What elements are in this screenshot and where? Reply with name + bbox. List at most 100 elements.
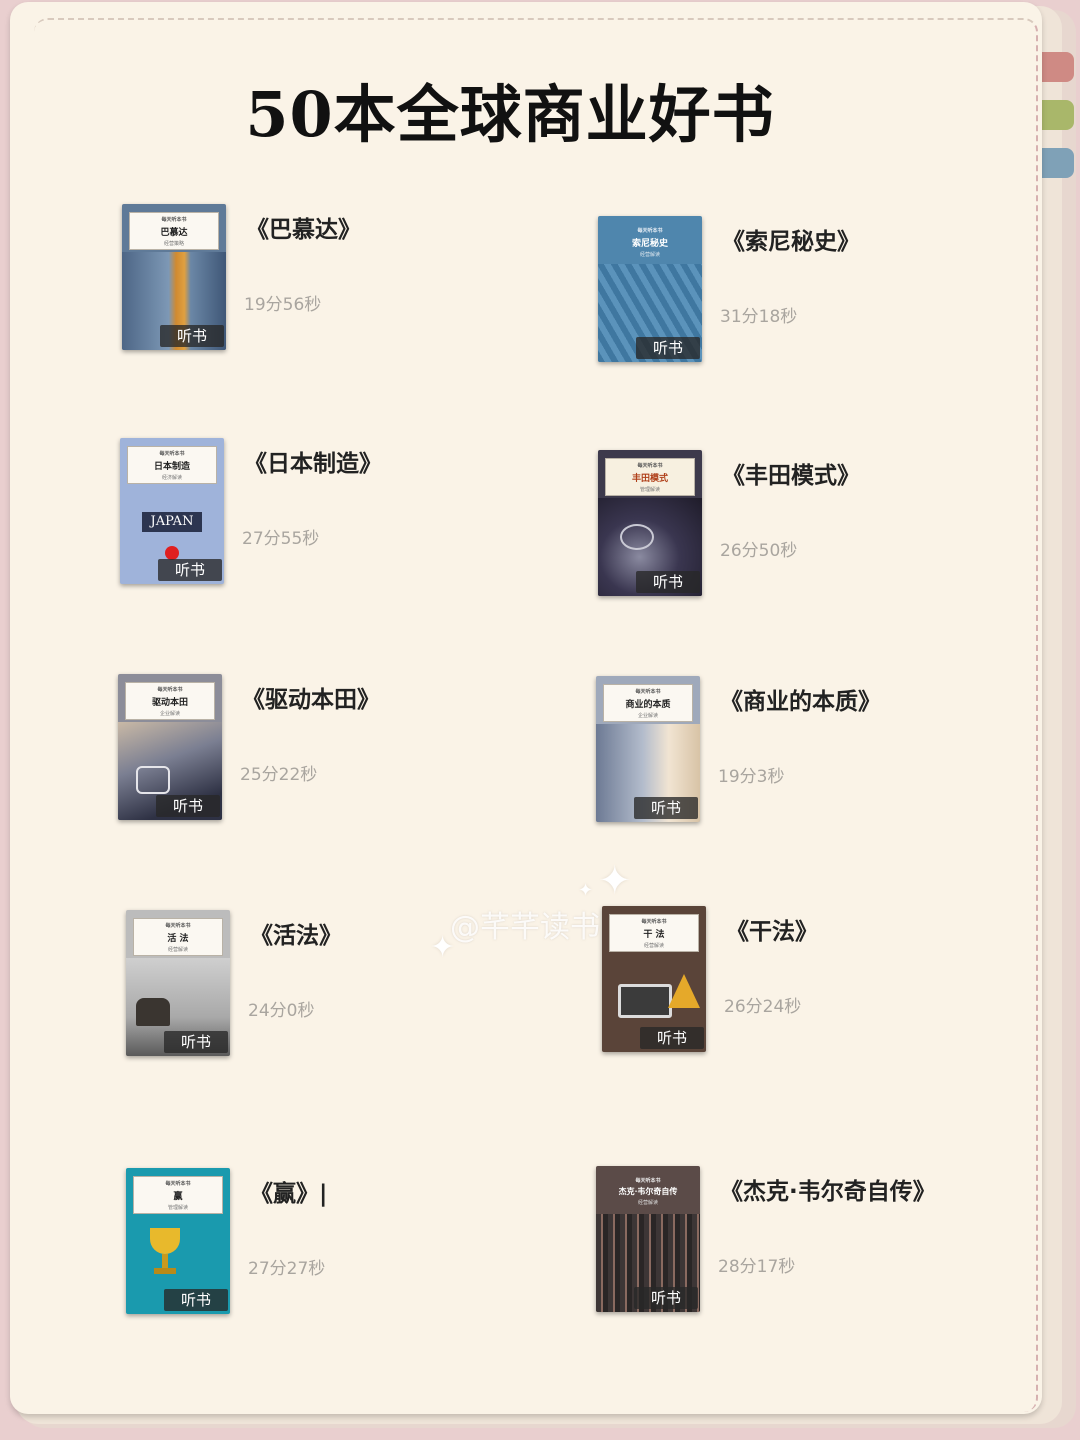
- cover-label: 每天听本书 日本制造 经济解读: [127, 446, 217, 484]
- bookmark-tab-green[interactable]: [1042, 100, 1074, 130]
- book-duration: 19分56秒: [244, 295, 322, 315]
- book-duration: 31分18秒: [720, 307, 798, 327]
- listen-badge[interactable]: 听书: [640, 1027, 704, 1049]
- listen-badge[interactable]: 听书: [158, 559, 222, 581]
- sparkle-icon: ✦: [578, 880, 594, 901]
- cover-title: 杰克·韦尔奇自传: [618, 1186, 678, 1196]
- book-title[interactable]: 《杰克·韦尔奇自传》: [720, 1172, 936, 1206]
- cover-series: 每天听本书: [157, 687, 183, 693]
- book-entry[interactable]: 每天听本书 杰克·韦尔奇自传 经营解读 听书 《杰克·韦尔奇自传》 28分17秒: [596, 1166, 1036, 1326]
- book-cover[interactable]: 每天听本书 丰田模式 管理解读 听书: [598, 450, 702, 596]
- cover-series: 每天听本书: [161, 217, 187, 223]
- trophy-icon: [150, 1228, 180, 1254]
- listen-badge[interactable]: 听书: [634, 1287, 698, 1309]
- cover-series: 每天听本书: [641, 919, 667, 925]
- cover-label: 每天听本书 赢 管理解读: [133, 1176, 223, 1214]
- cover-title: 日本制造: [153, 462, 190, 472]
- book-entry[interactable]: 每天听本书 赢 管理解读 听书 《赢》| 27分27秒: [126, 1168, 566, 1328]
- book-title[interactable]: 《干法》: [726, 912, 818, 946]
- bookmark-tab-red[interactable]: [1042, 52, 1074, 82]
- cover-title: 丰田模式: [631, 474, 668, 484]
- chess-pieces-icon: [136, 998, 170, 1026]
- book-entry[interactable]: 每天听本书 巴慕达 经营策略 听书 《巴慕达》 19分56秒: [122, 204, 562, 364]
- cover-label: 每天听本书 丰田模式 管理解读: [605, 458, 695, 496]
- bookmark-tab-blue[interactable]: [1042, 148, 1074, 178]
- book-duration: 26分50秒: [720, 541, 798, 561]
- cover-series: 每天听本书: [165, 1181, 191, 1187]
- book-title[interactable]: 《商业的本质》: [720, 682, 881, 716]
- cover-subtitle: 经营解读: [167, 947, 188, 953]
- cover-label: 每天听本书 杰克·韦尔奇自传 经营解读: [603, 1174, 693, 1212]
- book-cover[interactable]: 每天听本书 日本制造 经济解读 JAPAN 听书: [120, 438, 224, 584]
- cover-label: 每天听本书 活 法 经营解读: [133, 918, 223, 956]
- book-duration: 26分24秒: [724, 997, 802, 1017]
- listen-badge[interactable]: 听书: [164, 1289, 228, 1311]
- cover-subtitle: 管理解读: [167, 1205, 188, 1211]
- listen-badge[interactable]: 听书: [156, 795, 220, 817]
- cover-label: 每天听本书 驱动本田 企业解读: [125, 682, 215, 720]
- cover-title: 巴慕达: [160, 228, 188, 238]
- book-title[interactable]: 《赢》|: [250, 1174, 327, 1208]
- book-entry[interactable]: 每天听本书 索尼秘史 经营解读 听书 《索尼秘史》 31分18秒: [598, 216, 1038, 376]
- book-duration: 27分27秒: [248, 1259, 326, 1279]
- page-title: 50本全球商业好书: [245, 78, 775, 151]
- book-title[interactable]: 《日本制造》: [244, 444, 382, 478]
- listen-badge[interactable]: 听书: [636, 337, 700, 359]
- ruler-icon: [668, 974, 700, 1008]
- honda-logo-icon: [136, 766, 170, 794]
- cover-subtitle: 企业解读: [637, 713, 658, 719]
- red-sun-icon: [165, 546, 179, 560]
- book-title[interactable]: 《驱动本田》: [242, 680, 380, 714]
- cover-art-text: JAPAN: [142, 512, 202, 532]
- laptop-icon: [618, 984, 672, 1018]
- book-cover[interactable]: 每天听本书 驱动本田 企业解读 听书: [118, 674, 222, 820]
- book-entry[interactable]: 每天听本书 商业的本质 企业解读 听书 《商业的本质》 19分3秒: [596, 676, 1036, 836]
- book-duration: 28分17秒: [718, 1257, 796, 1277]
- listen-badge[interactable]: 听书: [164, 1031, 228, 1053]
- book-cover[interactable]: 每天听本书 活 法 经营解读 听书: [126, 910, 230, 1056]
- book-duration: 25分22秒: [240, 765, 318, 785]
- cover-label: 每天听本书 索尼秘史 经营解读: [605, 224, 695, 262]
- trophy-base: [154, 1268, 176, 1274]
- listen-badge[interactable]: 听书: [634, 797, 698, 819]
- cover-label: 每天听本书 商业的本质 企业解读: [603, 684, 693, 722]
- book-cover[interactable]: 每天听本书 巴慕达 经营策略 听书: [122, 204, 226, 350]
- sparkle-icon: ✦: [598, 858, 632, 904]
- book-entry[interactable]: 每天听本书 丰田模式 管理解读 听书 《丰田模式》 26分50秒: [598, 450, 1038, 610]
- cover-series: 每天听本书: [637, 228, 663, 234]
- cover-series: 每天听本书: [635, 689, 661, 695]
- book-entry[interactable]: 每天听本书 驱动本田 企业解读 听书 《驱动本田》 25分22秒: [118, 674, 558, 834]
- cover-series: 每天听本书: [165, 923, 191, 929]
- toyota-logo-icon: [620, 524, 654, 550]
- cover-subtitle: 企业解读: [159, 711, 180, 717]
- notebook-page: 50本全球商业好书 每天听本书 巴慕达 经营策略 听书 《巴慕达》 19分56秒…: [10, 2, 1042, 1414]
- cover-title: 索尼秘史: [631, 239, 668, 249]
- book-duration: 27分55秒: [242, 529, 320, 549]
- listen-badge[interactable]: 听书: [636, 571, 700, 593]
- book-entry[interactable]: 每天听本书 干 法 经营解读 听书 《干法》 26分24秒: [602, 906, 1042, 1066]
- cover-label: 每天听本书 巴慕达 经营策略: [129, 212, 219, 250]
- book-cover[interactable]: 每天听本书 索尼秘史 经营解读 听书: [598, 216, 702, 362]
- book-title[interactable]: 《巴慕达》: [246, 210, 361, 244]
- listen-badge[interactable]: 听书: [160, 325, 224, 347]
- cover-title: 活 法: [167, 934, 189, 944]
- cover-title: 干 法: [643, 930, 665, 940]
- cover-series: 每天听本书: [159, 451, 185, 457]
- book-duration: 24分0秒: [248, 1001, 315, 1021]
- book-title[interactable]: 《丰田模式》: [722, 456, 860, 490]
- trophy-stem: [162, 1254, 168, 1268]
- book-cover[interactable]: 每天听本书 商业的本质 企业解读 听书: [596, 676, 700, 822]
- cover-series: 每天听本书: [635, 1178, 661, 1184]
- book-duration: 19分3秒: [718, 767, 785, 787]
- cover-subtitle: 经营解读: [643, 943, 664, 949]
- cover-title: 商业的本质: [625, 700, 671, 710]
- book-title[interactable]: 《索尼秘史》: [722, 222, 860, 256]
- cover-title: 驱动本田: [151, 698, 188, 708]
- book-title[interactable]: 《活法》: [250, 916, 342, 950]
- book-cover[interactable]: 每天听本书 杰克·韦尔奇自传 经营解读 听书: [596, 1166, 700, 1312]
- cover-subtitle: 经济解读: [161, 475, 182, 481]
- sparkle-icon: ✦: [430, 930, 456, 965]
- book-cover[interactable]: 每天听本书 赢 管理解读 听书: [126, 1168, 230, 1314]
- book-entry[interactable]: 每天听本书 日本制造 经济解读 JAPAN 听书 《日本制造》 27分55秒: [120, 438, 560, 598]
- book-cover[interactable]: 每天听本书 干 法 经营解读 听书: [602, 906, 706, 1052]
